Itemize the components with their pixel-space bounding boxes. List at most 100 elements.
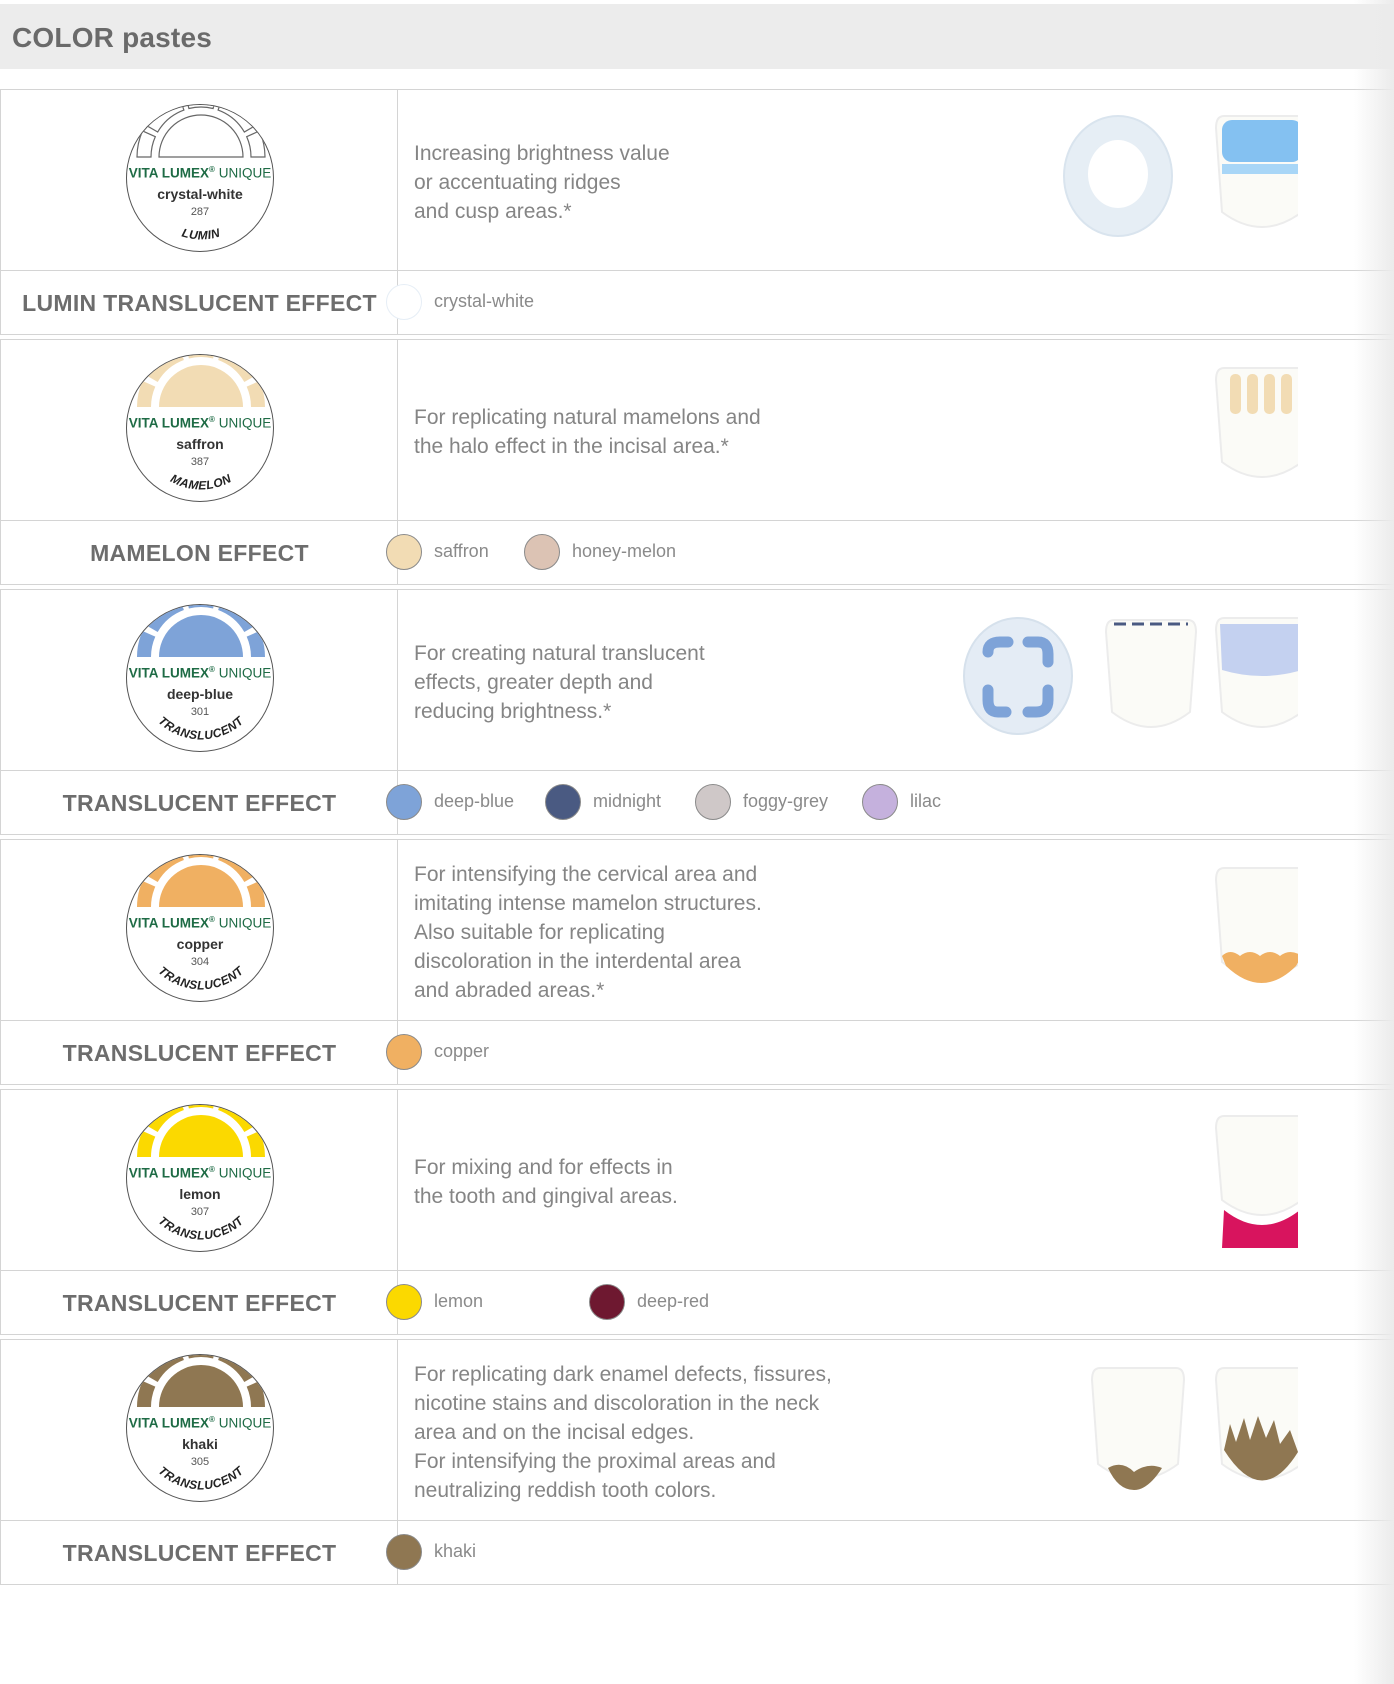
brand-reg: ® xyxy=(209,915,215,924)
swatch-cell: khaki xyxy=(386,1520,1394,1585)
product-badge: TRANSLUCENT VITA LUMEX® UNIQUE khaki 305 xyxy=(126,1354,274,1502)
badge-shade-name: lemon xyxy=(179,1186,221,1202)
brand-reg: ® xyxy=(209,165,215,174)
description-text: For creating natural translucent effects,… xyxy=(414,639,894,726)
description-cell: For replicating natural mamelons and the … xyxy=(397,339,1394,522)
description-line: For mixing and for effects in xyxy=(414,1156,673,1179)
brand-name: VITA LUMEX xyxy=(128,165,210,181)
brand-reg: ® xyxy=(209,1165,215,1174)
description-line: For intensifying the cervical area and xyxy=(414,862,758,886)
swatch-cell: copper xyxy=(386,1020,1394,1085)
tooth-illustration xyxy=(1214,1115,1310,1248)
badge-cell: TRANSLUCENT VITA LUMEX® UNIQUE copper 304 xyxy=(0,839,399,1022)
description-text: For mixing and for effects in the tooth a… xyxy=(414,1153,894,1211)
tooth-illustrations xyxy=(878,590,1310,773)
badge-shade-code: 387 xyxy=(190,456,210,468)
badge-cell: TRANSLUCENT VITA LUMEX® UNIQUE khaki 305 xyxy=(0,1339,399,1522)
effect-label-cell: MAMELON EFFECT xyxy=(0,520,399,585)
badge-shade-code: 301 xyxy=(190,706,210,718)
swatch-name: lemon xyxy=(434,1291,484,1311)
color-paste-block: TRANSLUCENT VITA LUMEX® UNIQUE copper 304 Fo… xyxy=(0,839,1394,1085)
swatch-name: khaki xyxy=(434,1541,477,1561)
description-line: and cusp areas.* xyxy=(414,199,572,223)
swatch-dot xyxy=(386,1284,422,1320)
badge-shade-name: khaki xyxy=(182,1436,218,1452)
description-cell: For mixing and for effects in the tooth a… xyxy=(397,1089,1394,1272)
brand-reg: ® xyxy=(209,415,215,424)
description-line: the tooth and gingival areas. xyxy=(414,1185,678,1208)
badge-shade-code: 305 xyxy=(190,1456,210,1468)
swatch-name: deep-red xyxy=(637,1291,710,1311)
swatch-dot xyxy=(545,784,581,820)
description-line: and abraded areas.* xyxy=(414,978,605,1002)
swatch-dot xyxy=(524,534,560,570)
effect-label: TRANSLUCENT EFFECT xyxy=(62,1290,337,1316)
tooth-illustrations xyxy=(878,340,1310,523)
swatch-name: foggy-grey xyxy=(743,791,829,811)
description-line: nicotine stains and discoloration in the… xyxy=(414,1391,820,1415)
color-paste-block: TRANSLUCENT VITA LUMEX® UNIQUE deep-blue 30… xyxy=(0,589,1394,835)
description-line: For replicating dark enamel defects, fis… xyxy=(414,1362,832,1386)
brand-suffix: UNIQUE xyxy=(218,415,272,431)
badge-category-text: LUMIN xyxy=(180,226,221,243)
badge-shade-name: crystal-white xyxy=(157,186,243,202)
brand-suffix: UNIQUE xyxy=(218,1415,272,1431)
description-text: For intensifying the cervical area and im… xyxy=(414,860,894,1005)
badge-brand: VITA LUMEX® UNIQUE xyxy=(127,1165,273,1181)
svg-text:LUMIN: LUMIN xyxy=(180,226,221,243)
brand-suffix: UNIQUE xyxy=(218,165,272,181)
swatch-dot xyxy=(386,284,422,320)
brand-reg: ® xyxy=(209,1415,215,1424)
product-badge: MAMELON VITA LUMEX® UNIQUE saffron 387 xyxy=(126,354,274,502)
swatch-name: lilac xyxy=(910,791,942,811)
description-text: For replicating dark enamel defects, fis… xyxy=(414,1360,894,1505)
description-line: effects, greater depth and xyxy=(414,670,653,694)
swatch-dot xyxy=(862,784,898,820)
swatch-cell: crystal-white xyxy=(386,270,1394,335)
description-text: For replicating natural mamelons and the … xyxy=(414,403,894,461)
tooth-illustrations xyxy=(878,840,1310,1023)
swatch-name: midnight xyxy=(593,791,662,811)
swatch-dot xyxy=(386,1534,422,1570)
badge-shade-name: deep-blue xyxy=(166,686,234,702)
swatch-name: deep-blue xyxy=(434,791,515,811)
description-line: For intensifying the proximal areas and xyxy=(414,1449,776,1473)
badge-shade-code: 304 xyxy=(190,956,210,968)
page-title: COLOR pastes xyxy=(12,22,212,53)
product-badge: TRANSLUCENT VITA LUMEX® UNIQUE deep-blue 30… xyxy=(126,604,274,752)
tooth-illustrations xyxy=(878,1090,1310,1273)
description-line: imitating intense mamelon structures. xyxy=(414,891,762,915)
tooth-illustration xyxy=(1214,367,1310,478)
swatch-name: honey-melon xyxy=(572,541,677,561)
effect-label: MAMELON EFFECT xyxy=(90,540,309,566)
brand-name: VITA LUMEX xyxy=(128,1415,210,1431)
swatch-dot xyxy=(386,534,422,570)
swatch-name: copper xyxy=(434,1041,490,1061)
color-paste-block: TRANSLUCENT VITA LUMEX® UNIQUE khaki 305 For… xyxy=(0,1339,1394,1585)
brand-suffix: UNIQUE xyxy=(218,915,272,931)
description-line: discoloration in the interdental area xyxy=(414,949,741,973)
description-cell: For creating natural translucent effects,… xyxy=(397,589,1394,772)
badge-shade-name: saffron xyxy=(176,436,224,452)
swatch-name: saffron xyxy=(434,541,489,561)
brand-name: VITA LUMEX xyxy=(128,915,210,931)
effect-label-cell: TRANSLUCENT EFFECT xyxy=(0,770,399,835)
badge-brand: VITA LUMEX® UNIQUE xyxy=(127,165,273,181)
description-line: or accentuating ridges xyxy=(414,170,621,194)
swatch-cell: saffron honey-melon xyxy=(386,520,1394,585)
tooth-illustration xyxy=(963,617,1310,735)
brand-name: VITA LUMEX xyxy=(128,1165,210,1181)
product-badge: TRANSLUCENT VITA LUMEX® UNIQUE copper 304 xyxy=(126,854,274,1002)
brand-name: VITA LUMEX xyxy=(128,665,210,681)
swatch-dot xyxy=(695,784,731,820)
tooth-illustration xyxy=(1214,867,1310,983)
description-line: area and on the incisal edges. xyxy=(414,1420,695,1444)
badge-brand: VITA LUMEX® UNIQUE xyxy=(127,915,273,931)
tooth-illustration xyxy=(1090,1367,1310,1490)
swatch-cell: lemon deep-red xyxy=(386,1270,1394,1335)
effect-label-cell: LUMIN TRANSLUCENT EFFECT xyxy=(0,270,399,335)
description-line: For replicating natural mamelons and xyxy=(414,406,761,429)
brand-suffix: UNIQUE xyxy=(218,665,272,681)
badge-cell: TRANSLUCENT VITA LUMEX® UNIQUE lemon 307 xyxy=(0,1089,399,1272)
badge-cell: MAMELON VITA LUMEX® UNIQUE saffron 387 xyxy=(0,339,399,522)
